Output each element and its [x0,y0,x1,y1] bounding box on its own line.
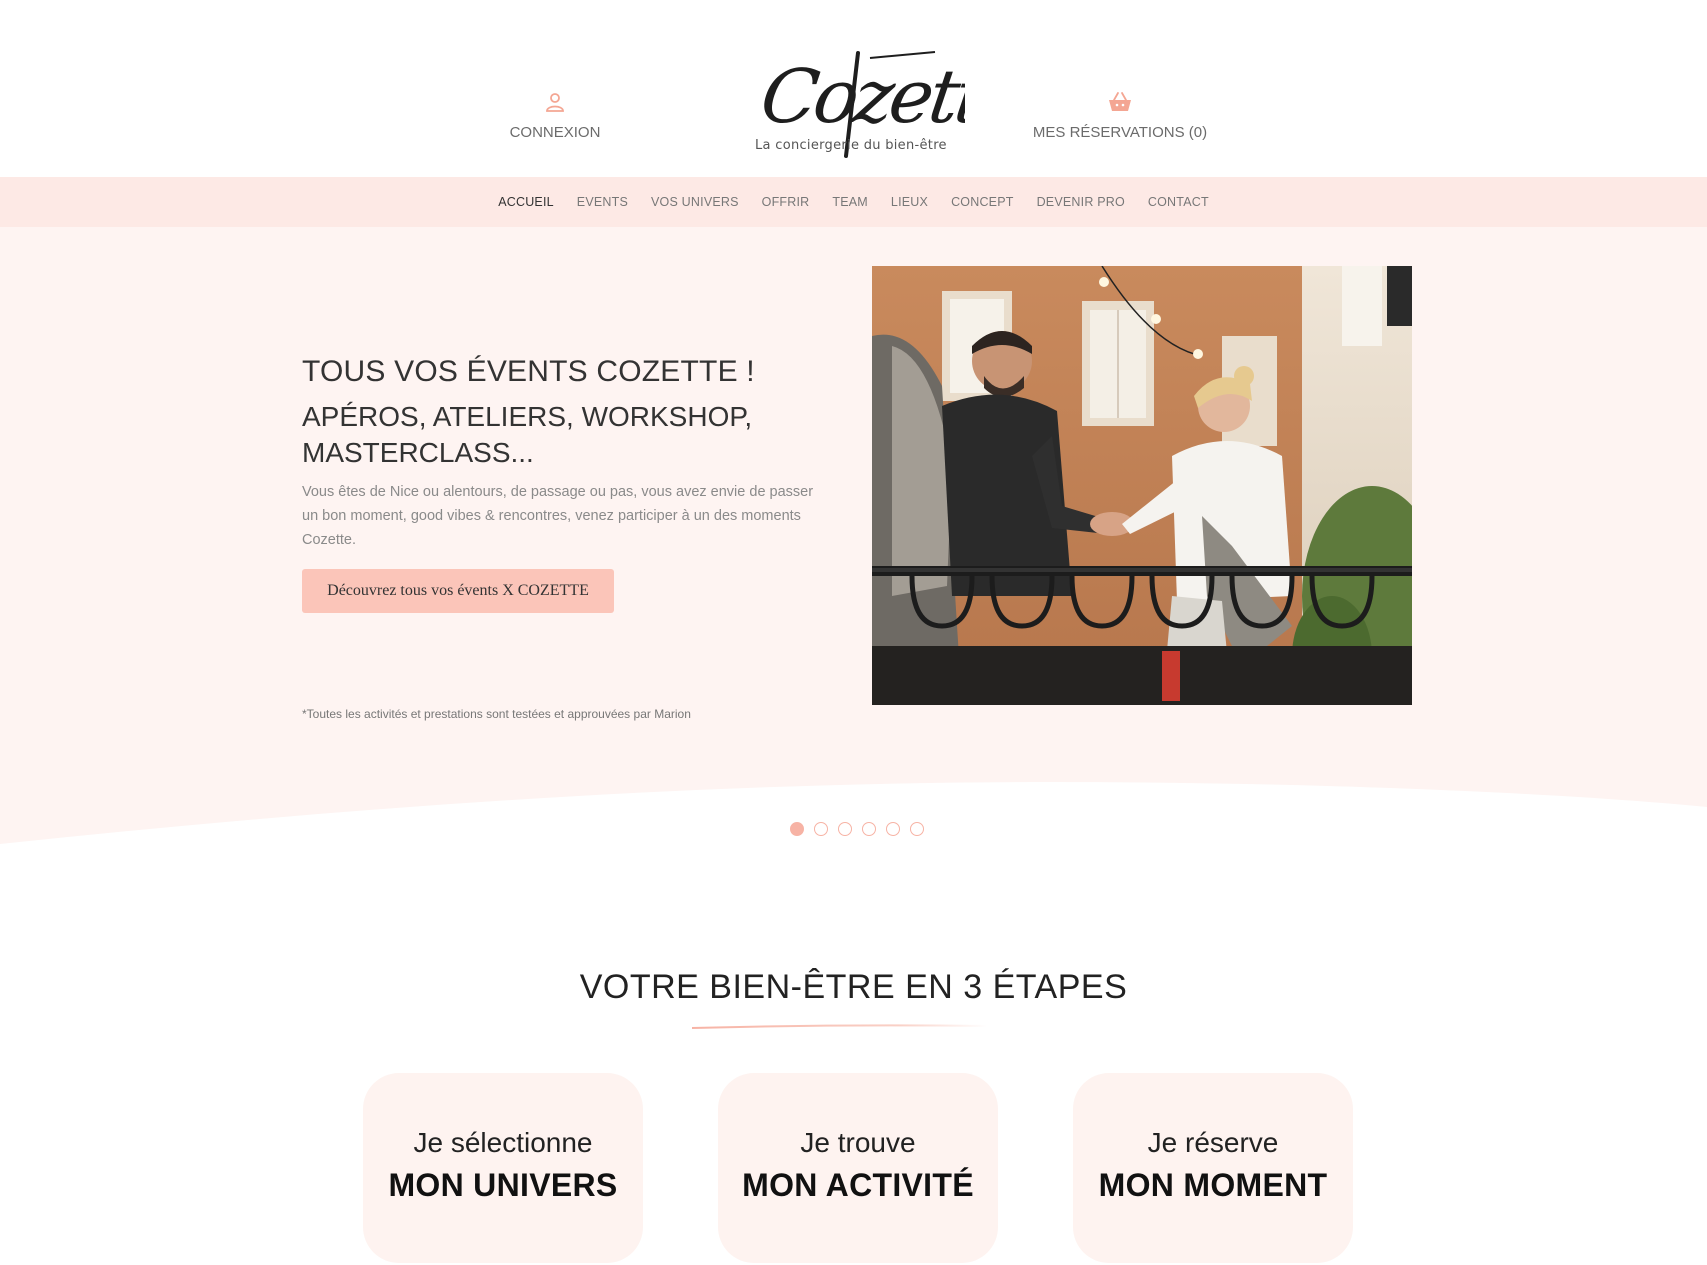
nav-item-events[interactable]: EVENTS [577,195,628,209]
reservations-link[interactable]: MES RÉSERVATIONS (0) [1010,90,1230,141]
hero-title: TOUS VOS ÉVENTS COZETTE ! [302,355,755,388]
hero-wave [0,782,1707,862]
step-line2: MON UNIVERS [388,1167,618,1203]
user-icon [546,93,564,112]
login-label: CONNEXION [509,124,601,141]
step-line1: Je trouve [800,1127,916,1158]
nav-item-lieux[interactable]: LIEUX [891,195,928,209]
reservations-label: MES RÉSERVATIONS (0) [1032,124,1208,141]
steps-title: VOTRE BIEN-ÊTRE EN 3 ÉTAPES [579,968,1128,1006]
logo-tagline: La conciergerie du bien-être [755,138,947,153]
hero-subtitle: APÉROS, ATELIERS, WORKSHOP, MASTERCLASS.… [302,401,753,468]
hero-slider: TOUS VOS ÉVENTS COZETTE ! APÉROS, ATELIE… [0,227,1707,862]
main-nav: ACCUEIL EVENTS VOS UNIVERS OFFRIR TEAM L… [0,177,1707,227]
step-card-activite[interactable]: Je trouve MON ACTIVITÉ [718,1073,998,1263]
step-line1: Je sélectionne [413,1127,593,1158]
hero-footnote: *Toutes les activités et prestations son… [302,707,691,721]
hero-description: Vous êtes de Nice ou alentours, de passa… [302,484,814,548]
nav-item-accueil[interactable]: ACCUEIL [498,195,554,209]
nav-item-offrir[interactable]: OFFRIR [762,195,810,209]
discover-events-button[interactable]: Découvrez tous vos évents X COZETTE [302,569,614,613]
slider-dot[interactable] [862,822,876,836]
slider-dot[interactable] [790,822,804,836]
nav-item-team[interactable]: TEAM [832,195,868,209]
slider-dot[interactable] [838,822,852,836]
step-line1: Je réserve [1147,1127,1279,1158]
step-card-moment[interactable]: Je réserve MON MOMENT [1073,1073,1353,1263]
step-line2: MON MOMENT [1098,1167,1328,1203]
slider-pagination [790,822,934,836]
login-link[interactable]: CONNEXION [455,90,655,141]
slider-dot[interactable] [886,822,900,836]
nav-item-devenir-pro[interactable]: DEVENIR PRO [1037,195,1125,209]
basket-icon [1109,92,1131,111]
nav-item-contact[interactable]: CONTACT [1148,195,1209,209]
svg-text:Cozette: Cozette [756,53,965,140]
site-logo[interactable]: Cozette La conciergerie du bien-être [750,38,965,163]
nav-item-concept[interactable]: CONCEPT [951,195,1014,209]
nav-item-vos-univers[interactable]: VOS UNIVERS [651,195,739,209]
step-card-univers[interactable]: Je sélectionne MON UNIVERS [363,1073,643,1263]
title-underline [692,1024,987,1029]
slider-dot[interactable] [814,822,828,836]
site-header: CONNEXION Cozette La conciergerie du bie… [0,0,1707,177]
step-line2: MON ACTIVITÉ [742,1167,974,1203]
slider-dot[interactable] [910,822,924,836]
hero-photo [872,266,1412,705]
